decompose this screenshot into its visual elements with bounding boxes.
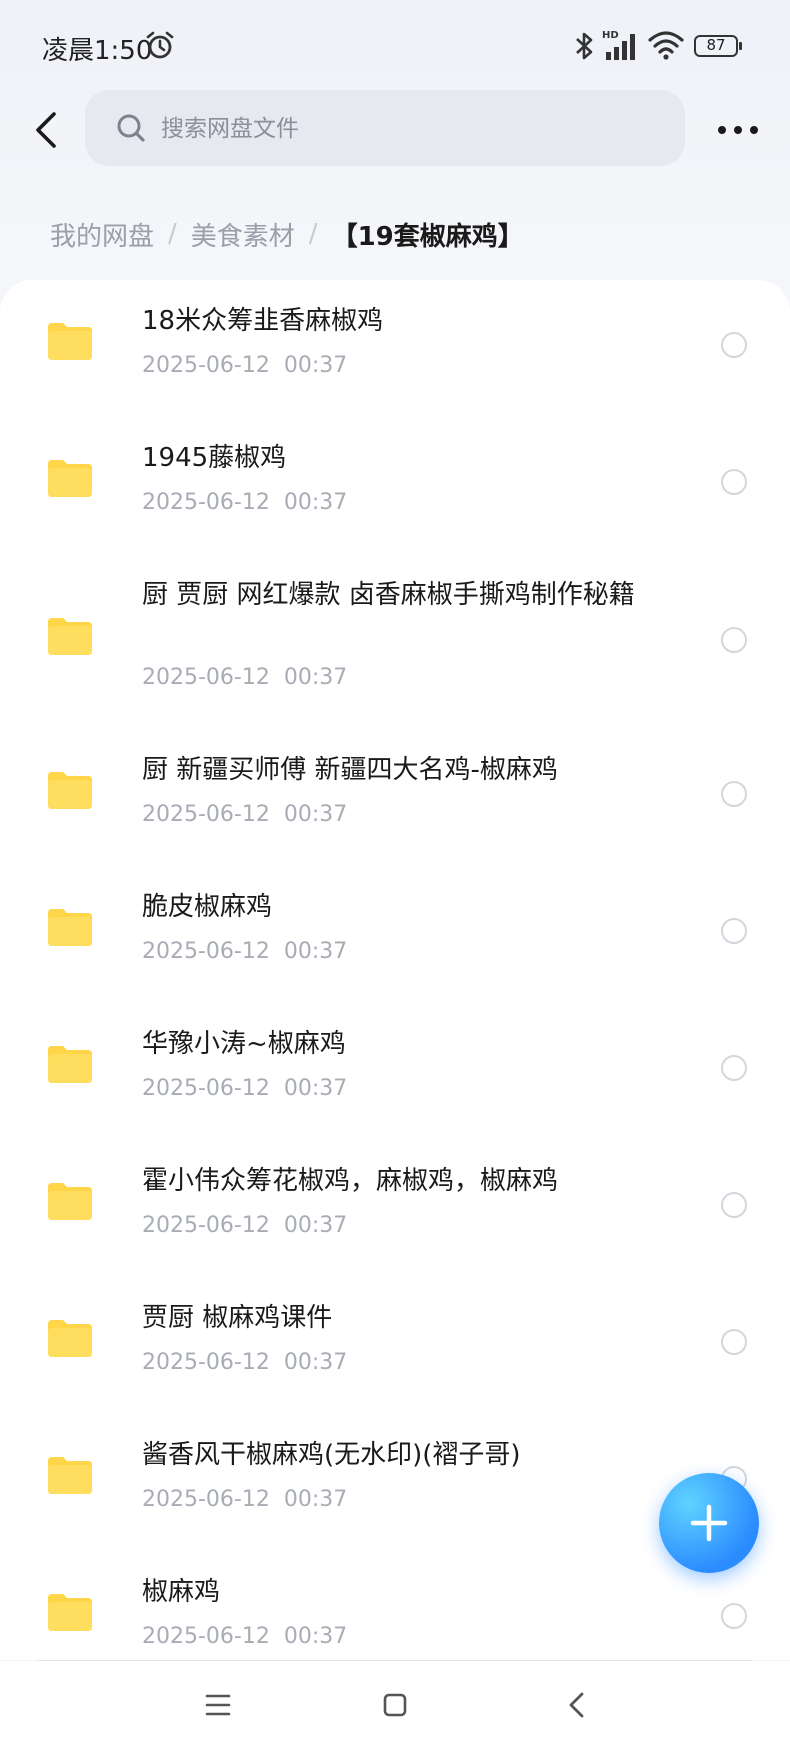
- file-date: 2025-06-12 00:37: [142, 1487, 348, 1512]
- list-item[interactable]: 1945藤椒鸡 2025-06-12 00:37: [0, 417, 790, 554]
- file-date: 2025-06-12 00:37: [142, 1076, 348, 1101]
- select-checkbox[interactable]: [721, 1192, 747, 1218]
- breadcrumb-current: 【19套椒麻鸡】: [331, 221, 524, 252]
- breadcrumb-separator: /: [308, 219, 318, 249]
- list-item[interactable]: 霍小伟众筹花椒鸡，麻椒鸡，椒麻鸡 2025-06-12 00:37: [0, 1140, 790, 1277]
- wifi-icon: [648, 31, 684, 60]
- select-checkbox[interactable]: [721, 1329, 747, 1355]
- list-item[interactable]: 脆皮椒麻鸡 2025-06-12 00:37: [0, 866, 790, 1003]
- file-date: 2025-06-12 00:37: [142, 490, 348, 515]
- list-item[interactable]: 厨 新疆买师傅 新疆四大名鸡-椒麻鸡 2025-06-12 00:37: [0, 729, 790, 866]
- back-button[interactable]: [28, 108, 68, 152]
- select-checkbox[interactable]: [721, 918, 747, 944]
- back-nav-icon[interactable]: [565, 1690, 589, 1720]
- status-bar: 凌晨1:50 HD 87: [0, 0, 790, 90]
- battery-icon: 87: [694, 35, 742, 57]
- folder-icon: [48, 1183, 92, 1220]
- folder-icon: [48, 1457, 92, 1494]
- select-checkbox[interactable]: [721, 781, 747, 807]
- file-name: 18米众筹韭香麻椒鸡: [142, 306, 384, 336]
- search-input[interactable]: [159, 108, 663, 150]
- home-icon[interactable]: [382, 1691, 408, 1719]
- file-name: 1945藤椒鸡: [142, 443, 287, 473]
- select-checkbox[interactable]: [721, 1603, 747, 1629]
- select-checkbox[interactable]: [721, 627, 747, 653]
- top-bar: [0, 90, 790, 170]
- hd-signal-icon: HD: [602, 30, 635, 60]
- select-checkbox[interactable]: [721, 1055, 747, 1081]
- system-nav-bar: [0, 1661, 790, 1756]
- folder-icon: [48, 323, 92, 360]
- file-name: 椒麻鸡: [142, 1577, 221, 1607]
- list-item[interactable]: 厨 贾厨 网红爆款 卤香麻椒手撕鸡制作秘籍 2025-06-12 00:37: [0, 554, 790, 729]
- file-date: 2025-06-12 00:37: [142, 1350, 348, 1375]
- menu-icon[interactable]: [204, 1691, 232, 1719]
- alarm-icon: [146, 31, 174, 59]
- add-button[interactable]: [659, 1473, 759, 1573]
- breadcrumb-item-food-materials[interactable]: 美食素材: [191, 216, 295, 253]
- folder-icon: [48, 909, 92, 946]
- list-item[interactable]: 贾厨 椒麻鸡课件 2025-06-12 00:37: [0, 1277, 790, 1414]
- breadcrumb: 我的网盘 / 美食素材 / 【19套椒麻鸡】: [50, 214, 524, 254]
- file-date: 2025-06-12 00:37: [142, 1213, 348, 1238]
- svg-text:HD: HD: [602, 30, 619, 41]
- folder-icon: [48, 772, 92, 809]
- file-date: 2025-06-12 00:37: [142, 665, 348, 690]
- select-checkbox[interactable]: [721, 469, 747, 495]
- list-item[interactable]: 18米众筹韭香麻椒鸡 2025-06-12 00:37: [0, 280, 790, 417]
- list-item[interactable]: 华豫小涛~椒麻鸡 2025-06-12 00:37: [0, 1003, 790, 1140]
- status-time: 凌晨1:50: [42, 36, 153, 66]
- file-date: 2025-06-12 00:37: [142, 802, 348, 827]
- folder-icon: [48, 1046, 92, 1083]
- file-list: 18米众筹韭香麻椒鸡 2025-06-12 00:37 1945藤椒鸡 2025…: [0, 280, 790, 1660]
- more-options-icon[interactable]: [714, 114, 762, 146]
- file-date: 2025-06-12 00:37: [142, 939, 348, 964]
- file-date: 2025-06-12 00:37: [142, 1624, 348, 1649]
- select-checkbox[interactable]: [721, 332, 747, 358]
- folder-icon: [48, 460, 92, 497]
- search-icon: [117, 114, 145, 142]
- file-name: 霍小伟众筹花椒鸡，麻椒鸡，椒麻鸡: [142, 1166, 559, 1196]
- plus-icon: [690, 1504, 728, 1542]
- breadcrumb-item-my-drive[interactable]: 我的网盘: [50, 216, 154, 253]
- folder-icon: [48, 1594, 92, 1631]
- file-name: 酱香风干椒麻鸡(无水印)(褶子哥): [142, 1440, 521, 1470]
- file-name: 脆皮椒麻鸡: [142, 892, 273, 922]
- folder-icon: [48, 618, 92, 655]
- file-name: 厨 新疆买师傅 新疆四大名鸡-椒麻鸡: [142, 755, 558, 785]
- bluetooth-icon: [576, 32, 593, 60]
- folder-icon: [48, 1320, 92, 1357]
- list-item[interactable]: 椒麻鸡 2025-06-12 00:37: [0, 1551, 790, 1660]
- search-box[interactable]: [85, 90, 685, 166]
- file-name: 厨 贾厨 网红爆款 卤香麻椒手撕鸡制作秘籍: [142, 580, 635, 610]
- file-name: 华豫小涛~椒麻鸡: [142, 1029, 346, 1059]
- breadcrumb-separator: /: [168, 219, 177, 249]
- file-name: 贾厨 椒麻鸡课件: [142, 1303, 333, 1333]
- file-date: 2025-06-12 00:37: [142, 353, 348, 378]
